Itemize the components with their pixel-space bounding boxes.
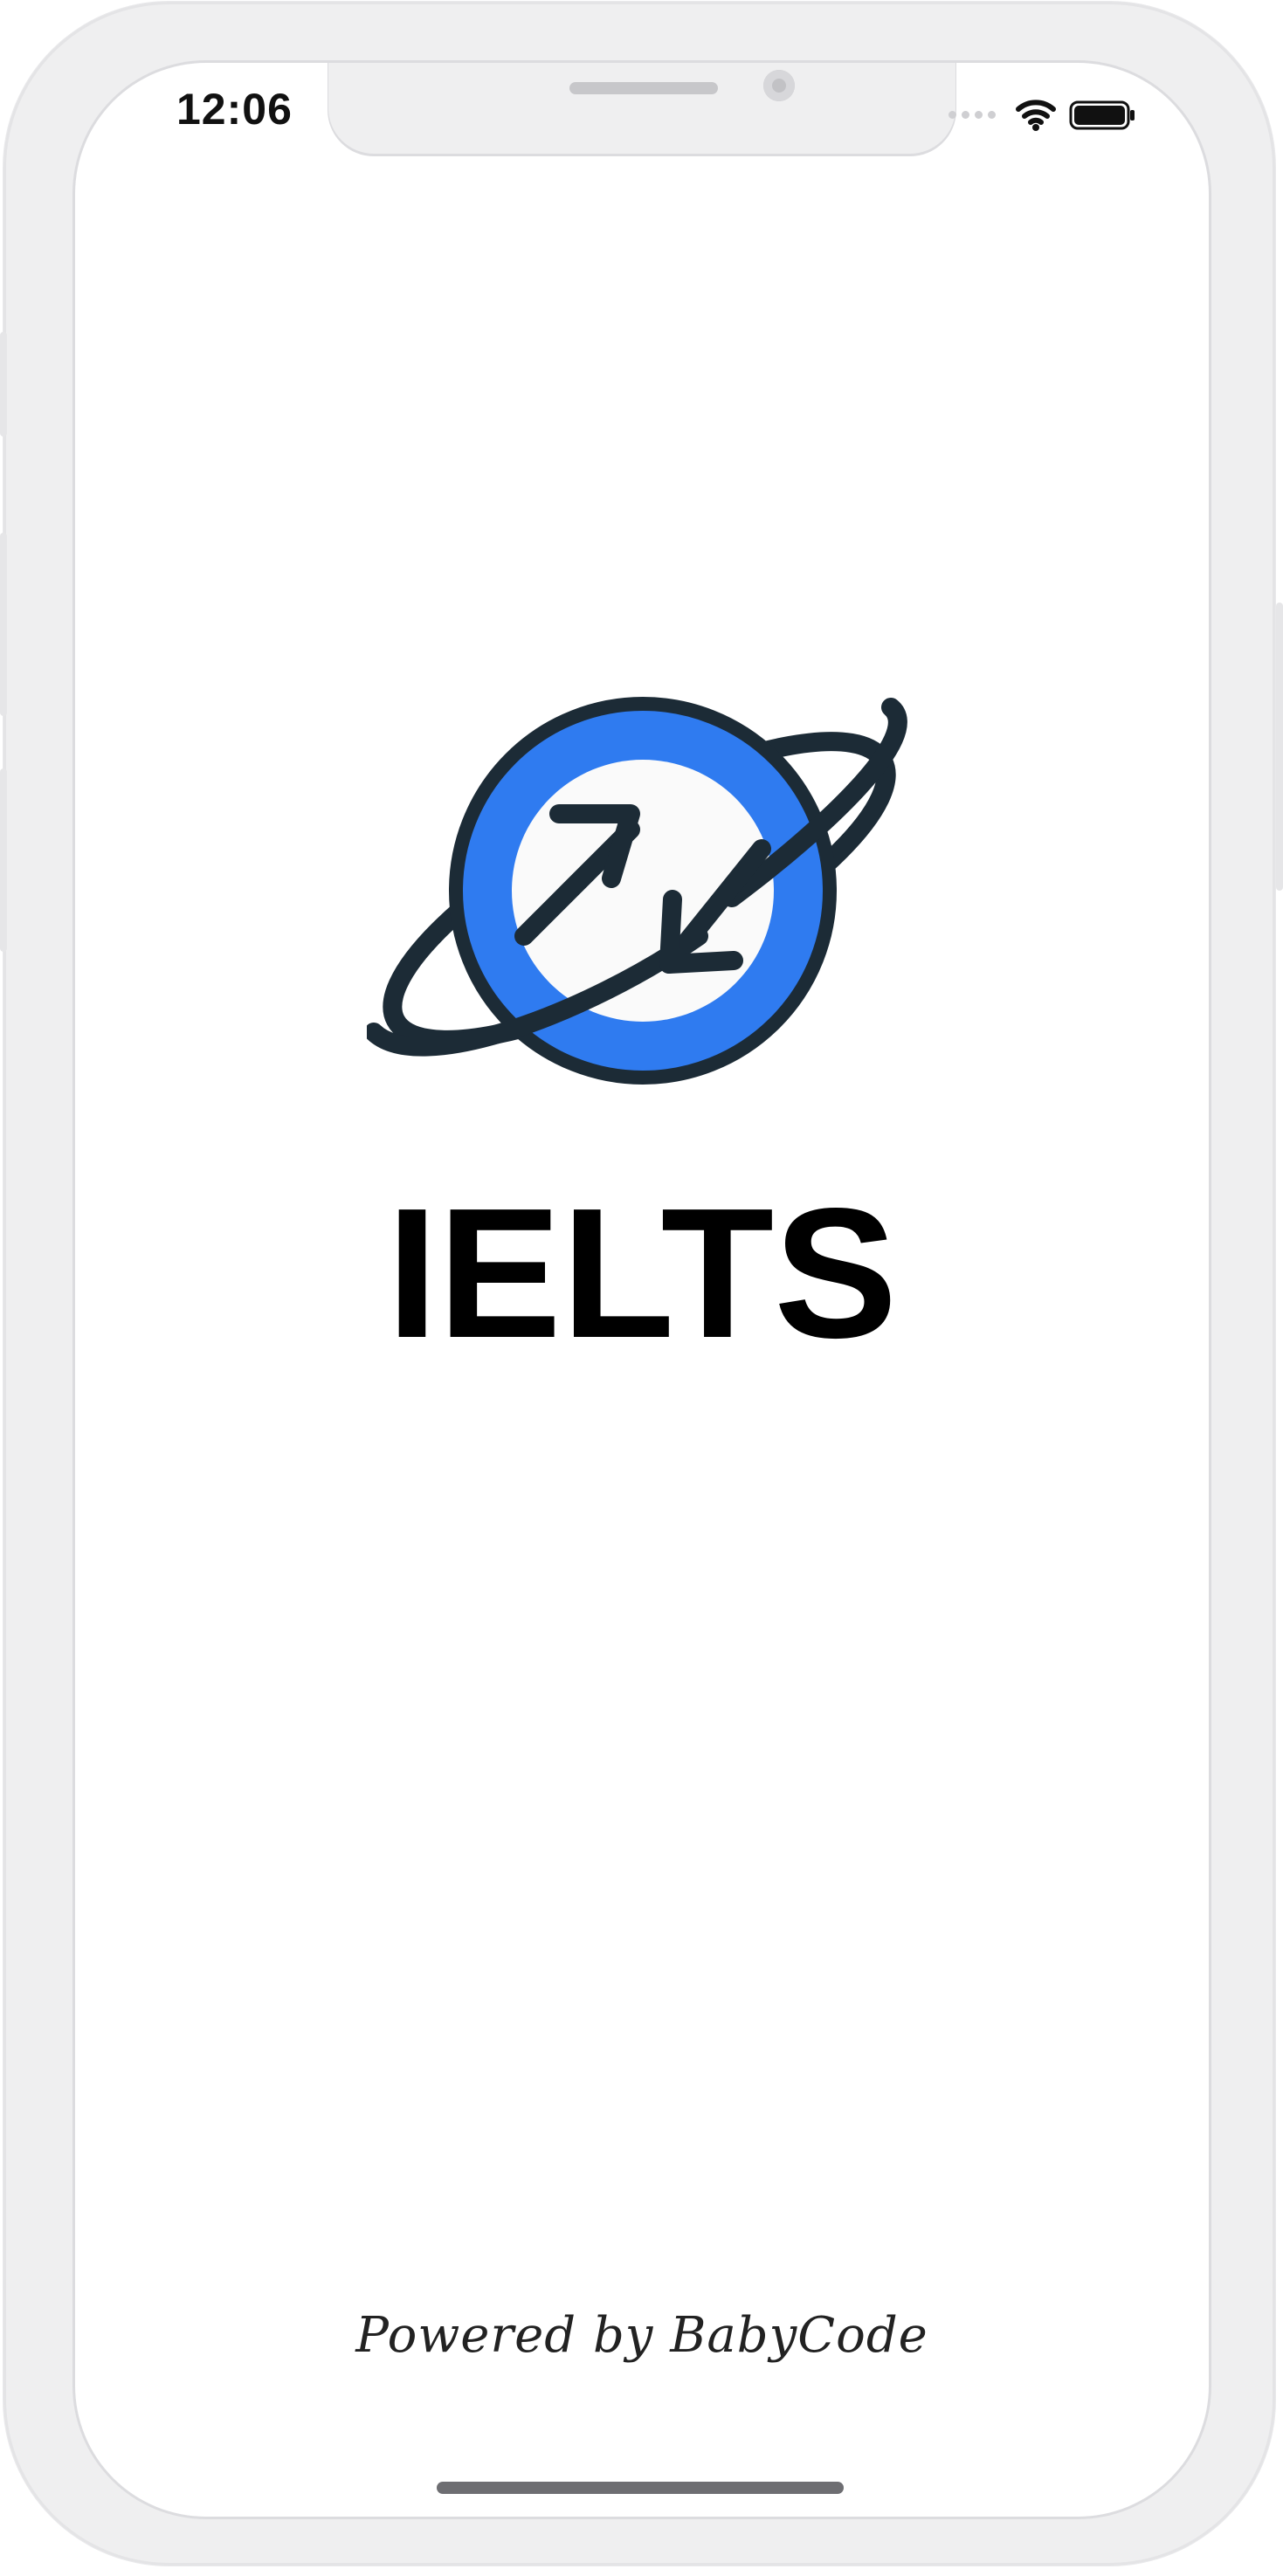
status-time: 12:06: [176, 85, 293, 134]
screen: 12:06 IELTS Powered by BabyCode: [75, 63, 1209, 2517]
powered-by-footer: Powered by BabyCode: [355, 2307, 928, 2364]
volume-up-button: [0, 533, 7, 716]
planet-sync-logo: [367, 697, 907, 1085]
signal-dots-icon: [948, 110, 996, 119]
power-button: [1276, 603, 1283, 891]
notch: [328, 63, 955, 154]
battery-icon: [1069, 100, 1135, 130]
front-camera: [763, 70, 795, 101]
app-title: IELTS: [386, 1169, 898, 1376]
status-icons: [948, 93, 1137, 136]
mute-switch: [0, 332, 7, 437]
device-mockup: 12:06 IELTS Powered by BabyCode: [0, 0, 1283, 2576]
home-indicator[interactable]: [437, 2482, 844, 2494]
earpiece-speaker: [569, 82, 718, 94]
volume-down-button: [0, 768, 7, 952]
wifi-icon: [1016, 100, 1056, 131]
